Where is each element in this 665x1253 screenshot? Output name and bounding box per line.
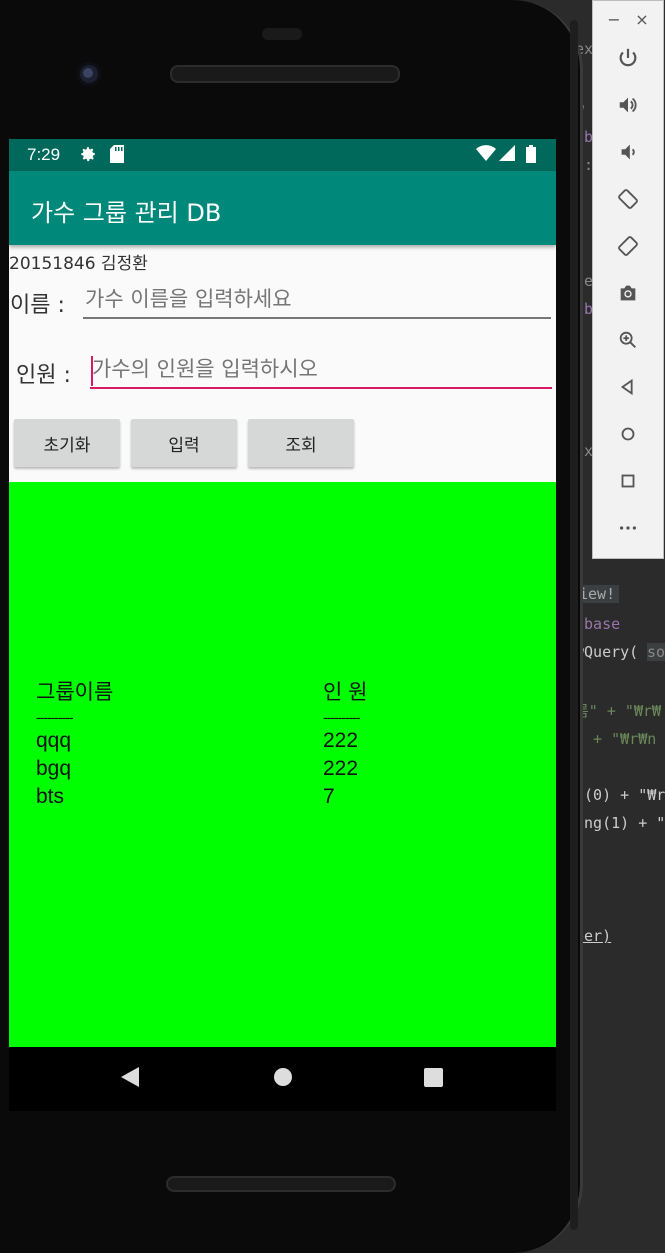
phone-side-edge [570, 20, 578, 1230]
front-camera [77, 62, 101, 86]
earpiece [262, 28, 302, 40]
nav-back-icon[interactable] [119, 1065, 141, 1093]
ide-code-fragment: g(0) + "₩r [575, 786, 665, 804]
result-panel: 그룹이름 ---------- qqq bgq bts 인 원 --------… [9, 482, 556, 1047]
column-separator: ---------- [323, 709, 361, 725]
app-title: 가수 그룹 관리 DB [31, 199, 222, 227]
reset-button[interactable]: 초기화 [14, 419, 120, 467]
overview-icon[interactable] [615, 470, 641, 496]
volume-down-icon[interactable] [615, 141, 641, 167]
phone-frame: 7:29 가수 그룹 관리 DB 20151846 김정환 이름 : 인원 : [0, 0, 583, 1253]
text-caret [91, 356, 93, 386]
minimize-button[interactable]: − [601, 7, 627, 33]
ide-code-fragment: so [647, 643, 665, 661]
rotate-left-icon[interactable] [615, 188, 641, 214]
ide-code-fragment: wQuery( [575, 643, 639, 661]
student-label: 20151846 김정환 [9, 254, 148, 274]
device-screen: 7:29 가수 그룹 관리 DB 20151846 김정환 이름 : 인원 : [9, 139, 556, 1047]
volume-up-icon[interactable] [615, 94, 641, 120]
home-icon[interactable] [615, 423, 641, 449]
ide-code-fragment: 름" + "₩r₩ [575, 702, 662, 720]
cell-signal-icon [499, 145, 515, 165]
navigation-bar [9, 1047, 556, 1111]
count-input[interactable] [90, 357, 552, 389]
count-label: 인원 : [16, 363, 71, 388]
name-input[interactable] [83, 287, 551, 319]
member-count-column: 인 원 ---------- 222 222 7 [323, 679, 367, 811]
sd-card-icon [110, 145, 124, 167]
group-name-cell: bgq [36, 757, 72, 780]
name-label: 이름 : [10, 293, 65, 318]
ide-code-fragment: ing(1) + " [575, 814, 665, 832]
group-name-cell: bts [36, 785, 65, 808]
battery-icon [526, 145, 536, 167]
rotate-right-icon[interactable] [615, 235, 641, 261]
group-name-cell: qqq [36, 729, 72, 752]
more-icon[interactable] [615, 517, 641, 543]
bottom-speaker [166, 1176, 396, 1192]
back-icon[interactable] [615, 376, 641, 402]
nav-home-icon[interactable] [272, 1065, 294, 1093]
app-bar: 가수 그룹 관리 DB [9, 171, 556, 245]
ide-code-fragment: " + "₩r₩n [575, 730, 657, 748]
insert-button[interactable]: 입력 [131, 419, 237, 467]
close-button[interactable]: × [629, 7, 655, 33]
status-bar: 7:29 [9, 139, 556, 171]
query-button[interactable]: 조회 [248, 419, 354, 467]
group-name-column: 그룹이름 ---------- qqq bgq bts [36, 679, 113, 811]
zoom-icon[interactable] [615, 329, 641, 355]
settings-gear-icon [79, 145, 97, 167]
nav-overview-icon[interactable] [423, 1065, 445, 1093]
emulator-toolbar: − × [592, 0, 664, 559]
top-speaker [170, 65, 400, 83]
column-header-member-count: 인 원 [323, 681, 368, 704]
column-separator: ---------- [36, 709, 74, 725]
status-time: 7:29 [27, 145, 61, 164]
member-count-cell: 222 [323, 757, 359, 780]
member-count-cell: 7 [323, 785, 335, 808]
member-count-cell: 222 [323, 729, 359, 752]
column-header-group-name: 그룹이름 [36, 681, 114, 704]
wifi-icon [476, 145, 496, 165]
camera-icon[interactable] [615, 282, 641, 308]
power-icon[interactable] [615, 47, 641, 73]
